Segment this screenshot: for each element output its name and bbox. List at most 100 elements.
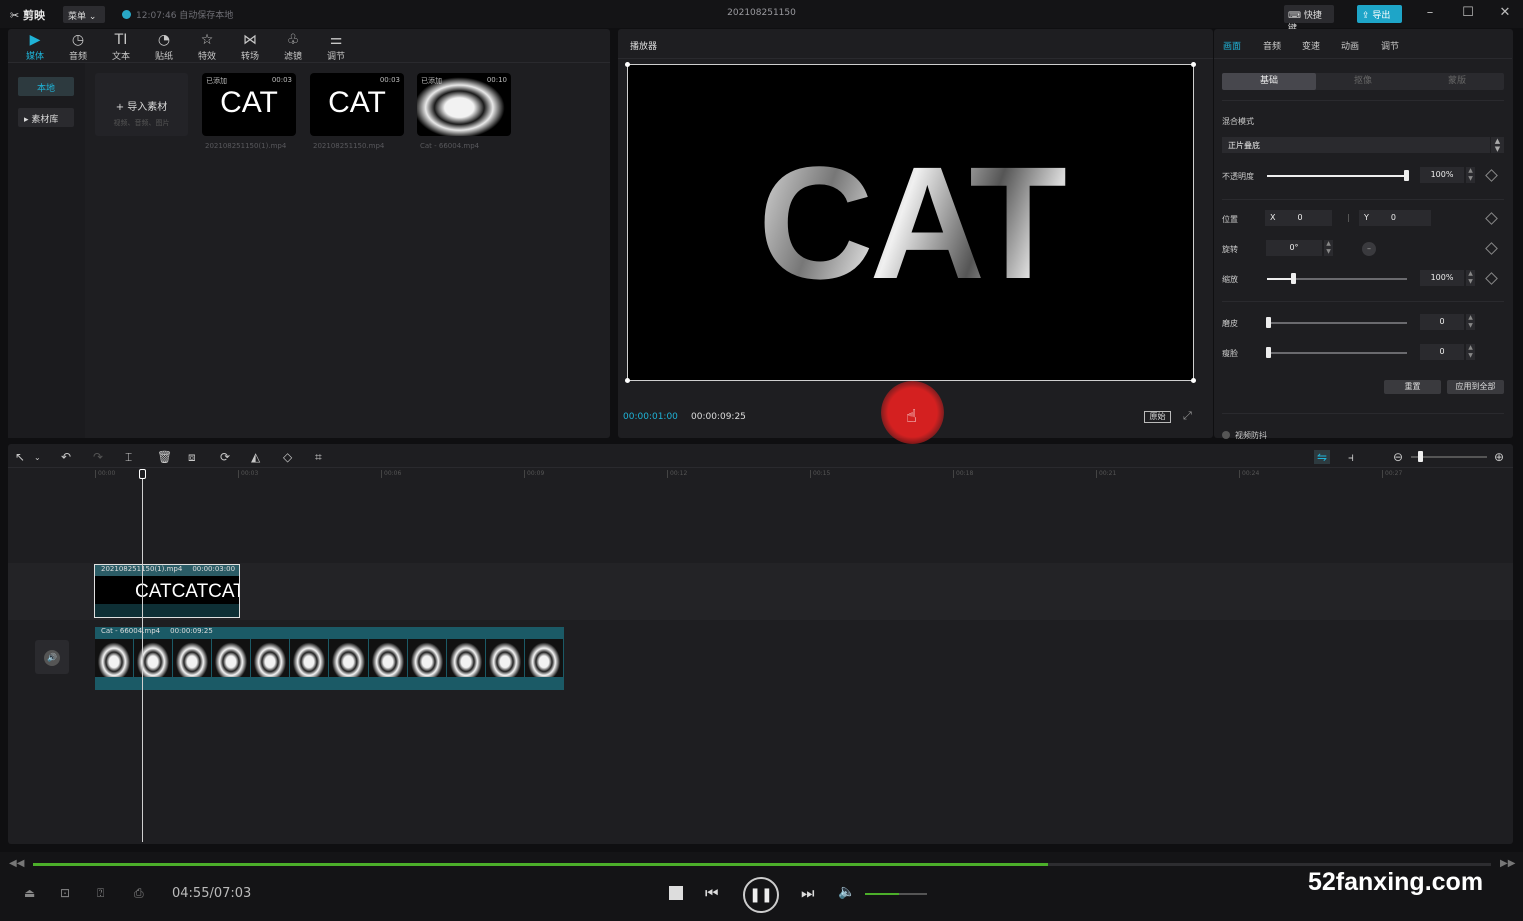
- pause-button[interactable]: ❚❚: [743, 877, 779, 913]
- maximize-icon[interactable]: ☐: [1458, 5, 1478, 20]
- volume-slider[interactable]: [865, 893, 927, 895]
- position-x-input[interactable]: X0: [1265, 210, 1332, 226]
- volume-icon[interactable]: 🔈: [838, 884, 855, 900]
- zoom-out-icon[interactable]: ⊖: [1393, 450, 1403, 464]
- segment-mask[interactable]: 蒙版: [1410, 73, 1504, 90]
- pause-icon: ❚❚: [749, 887, 773, 903]
- stepper-icon[interactable]: ▲ ▼: [1466, 270, 1475, 286]
- media-thumbnail[interactable]: 00:03 CAT: [310, 73, 404, 136]
- minimize-icon[interactable]: –: [1420, 5, 1440, 20]
- screenshot-icon[interactable]: ⎙: [134, 886, 144, 901]
- seek-bar[interactable]: [33, 863, 1491, 866]
- tab-transition[interactable]: ⋈ 转场: [232, 32, 268, 62]
- split-icon[interactable]: ⌶: [125, 450, 132, 465]
- slider-handle[interactable]: [1291, 273, 1296, 284]
- mirror-icon[interactable]: ◭: [251, 450, 260, 464]
- media-thumbnail[interactable]: 已添加 00:10: [417, 73, 511, 136]
- seek-forward-arrow-icon[interactable]: ▶▶: [1500, 858, 1515, 869]
- shortcut-button[interactable]: ⌨ 快捷键: [1284, 5, 1334, 34]
- rotate-dial-icon[interactable]: –: [1362, 242, 1376, 256]
- apply-all-button[interactable]: 应用到全部: [1447, 380, 1504, 394]
- video-clip[interactable]: Cat - 66004.mp4 00:00:09:25: [95, 627, 564, 690]
- slim-face-slider[interactable]: [1266, 347, 1407, 358]
- prop-tab-speed[interactable]: 变速: [1302, 39, 1320, 52]
- chevron-down-icon[interactable]: ⌄: [34, 453, 41, 462]
- ruler-tick: 00:12: [667, 470, 687, 478]
- chapter-icon[interactable]: ⊡: [60, 886, 70, 900]
- chevron-updown-icon[interactable]: ▲ ▼: [1491, 137, 1504, 153]
- zoom-slider[interactable]: [1411, 451, 1487, 462]
- tab-sticker[interactable]: ◔ 贴纸: [146, 32, 182, 62]
- prop-tab-adjust[interactable]: 调节: [1381, 39, 1399, 52]
- resize-handle[interactable]: [1191, 378, 1196, 383]
- nav-local[interactable]: 本地: [18, 77, 74, 96]
- delete-icon[interactable]: 🗑: [157, 450, 172, 464]
- redo-icon[interactable]: ↷: [93, 450, 103, 464]
- stepper-icon[interactable]: ▲ ▼: [1466, 167, 1475, 183]
- stepper-icon[interactable]: ▲ ▼: [1466, 314, 1475, 330]
- next-icon[interactable]: ⏭: [801, 884, 815, 902]
- select-tool-icon[interactable]: ↖: [15, 450, 25, 464]
- seek-back-arrow-icon[interactable]: ◀◀: [9, 858, 24, 869]
- divider: [618, 58, 1213, 59]
- scale-slider[interactable]: [1267, 273, 1407, 284]
- tab-text[interactable]: TI 文本: [103, 32, 139, 62]
- resize-handle[interactable]: [625, 62, 630, 67]
- export-button[interactable]: ⇪ 导出: [1357, 5, 1402, 23]
- eject-icon[interactable]: ⏏: [24, 886, 35, 900]
- close-icon[interactable]: ✕: [1495, 5, 1515, 20]
- prop-tab-audio[interactable]: 音频: [1263, 39, 1281, 52]
- ratio-button[interactable]: 原始: [1144, 411, 1171, 423]
- segment-keying[interactable]: 抠像: [1316, 73, 1410, 90]
- tab-adjust[interactable]: ⚌ 调节: [318, 32, 354, 62]
- blend-mode-select[interactable]: 正片叠底: [1222, 137, 1490, 153]
- playhead-handle[interactable]: [139, 469, 146, 479]
- prop-tab-video[interactable]: 画面: [1223, 39, 1241, 52]
- tab-media[interactable]: ▶ 媒体: [17, 32, 53, 62]
- stabilize-checkbox[interactable]: 视频防抖: [1222, 430, 1267, 441]
- properties-panel: [1214, 29, 1513, 438]
- player-viewport[interactable]: CAT: [625, 62, 1196, 383]
- media-thumbnail[interactable]: 已添加 00:03 CAT: [202, 73, 296, 136]
- import-media-button[interactable]: + 导入素材 视频、音频、图片: [95, 73, 188, 136]
- slider-handle[interactable]: [1404, 170, 1409, 181]
- zoom-in-icon[interactable]: ⊕: [1494, 450, 1504, 464]
- slider-handle[interactable]: [1418, 451, 1423, 462]
- subtitle-icon[interactable]: ⍰: [97, 886, 104, 901]
- tab-effects[interactable]: ☆ 特效: [189, 32, 225, 62]
- slim-face-input[interactable]: 0: [1420, 344, 1464, 360]
- slider-handle[interactable]: [1266, 347, 1271, 358]
- position-y-input[interactable]: Y0: [1359, 210, 1431, 226]
- tab-filter[interactable]: ♧ 滤镜: [275, 32, 311, 62]
- crop-icon[interactable]: ⌗: [315, 450, 322, 465]
- smooth-skin-slider[interactable]: [1266, 317, 1407, 328]
- nav-library[interactable]: ▸ 素材库: [18, 108, 74, 127]
- rotate-icon[interactable]: ◇: [283, 450, 292, 464]
- prop-tab-animation[interactable]: 动画: [1341, 39, 1359, 52]
- segment-basic[interactable]: 基础: [1222, 73, 1316, 90]
- smooth-skin-input[interactable]: 0: [1420, 314, 1464, 330]
- stop-icon[interactable]: [669, 886, 683, 900]
- divider: [1348, 214, 1349, 222]
- opacity-input[interactable]: 100%: [1420, 167, 1464, 183]
- rotate-input[interactable]: 0°: [1266, 240, 1322, 256]
- stepper-icon[interactable]: ▲ ▼: [1466, 344, 1475, 360]
- link-icon[interactable]: ⫞: [1348, 450, 1354, 465]
- tab-audio[interactable]: ◷ 音频: [60, 32, 96, 62]
- slider-handle[interactable]: [1266, 317, 1271, 328]
- resize-handle[interactable]: [1191, 62, 1196, 67]
- freeze-frame-icon[interactable]: ⧈: [188, 450, 196, 465]
- text-clip[interactable]: 202108251150(1).mp400:00:03:00 CATCATCAT: [94, 564, 240, 618]
- scale-input[interactable]: 100%: [1420, 270, 1464, 286]
- resize-handle[interactable]: [625, 378, 630, 383]
- reverse-icon[interactable]: ⟳: [220, 450, 230, 464]
- track-audio-toggle[interactable]: 🔊: [35, 640, 69, 674]
- reset-button[interactable]: 重置: [1384, 380, 1441, 394]
- stepper-icon[interactable]: ▲ ▼: [1324, 240, 1333, 256]
- previous-icon[interactable]: ⏮: [705, 884, 719, 902]
- snap-icon[interactable]: ⇋: [1314, 450, 1331, 464]
- opacity-slider[interactable]: [1267, 170, 1409, 181]
- undo-icon[interactable]: ↶: [61, 450, 71, 464]
- playhead[interactable]: [142, 470, 143, 842]
- fullscreen-icon[interactable]: ⤢: [1183, 409, 1192, 423]
